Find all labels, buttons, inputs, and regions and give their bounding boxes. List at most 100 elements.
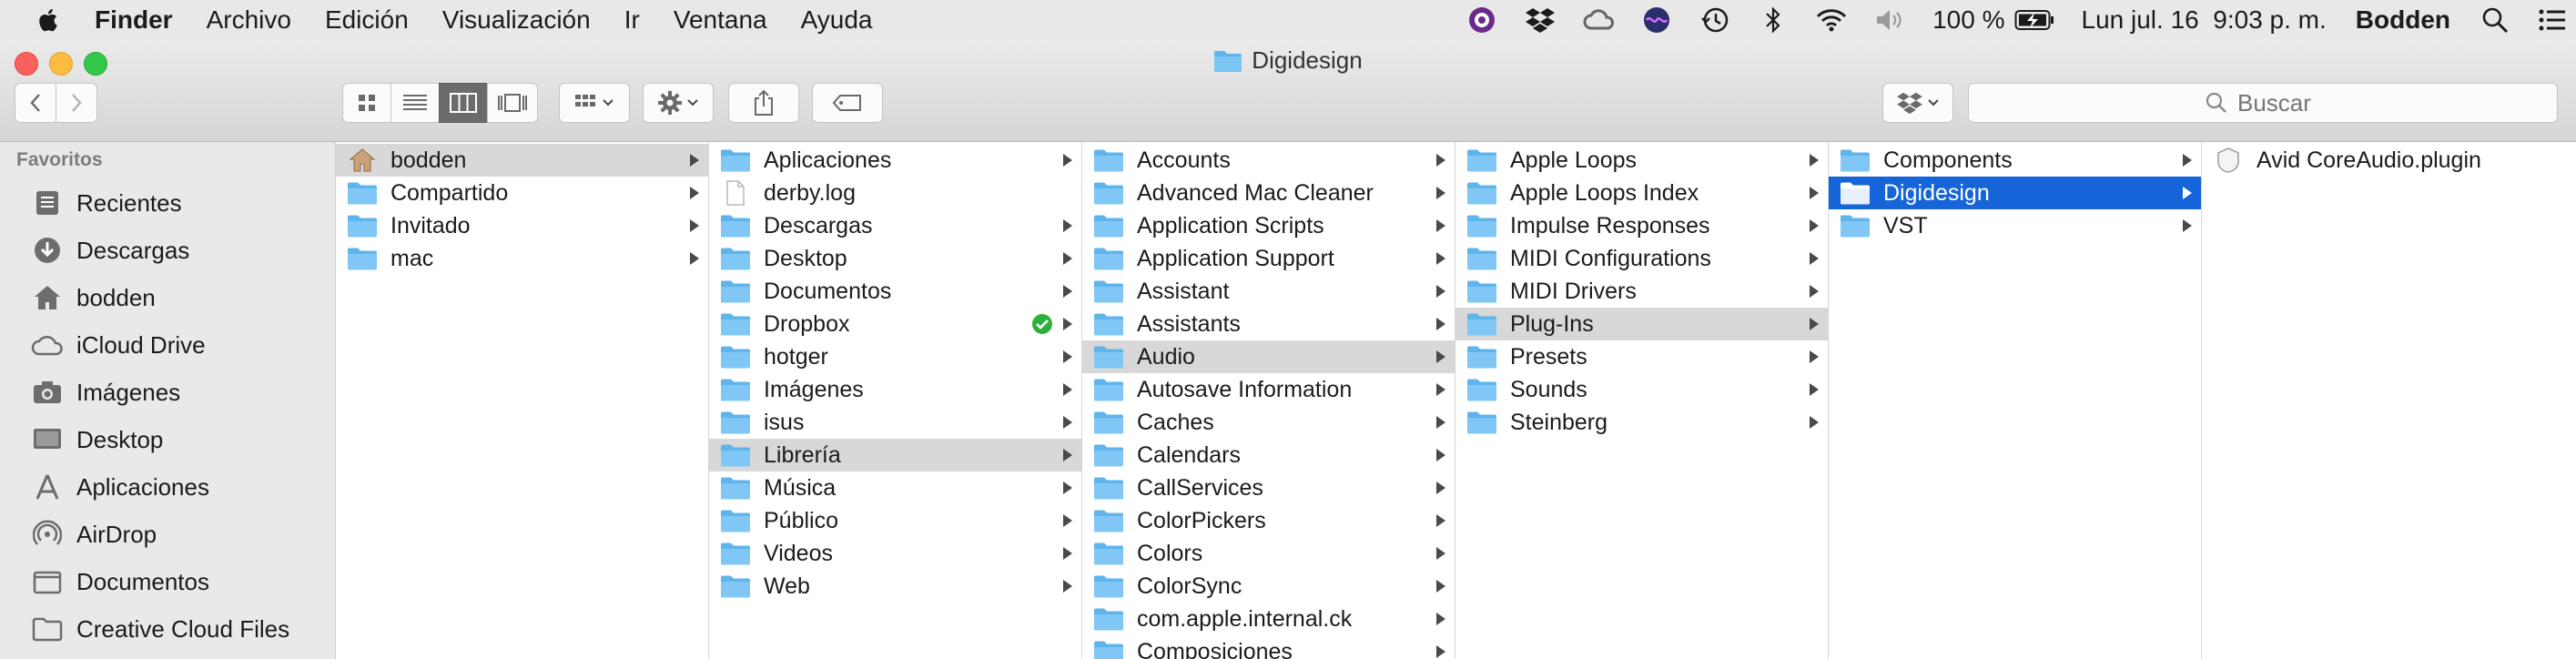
menu-ayuda[interactable]: Ayuda <box>801 5 873 35</box>
list-item[interactable]: Caches <box>1082 406 1455 439</box>
notification-center-icon[interactable] <box>2536 5 2567 35</box>
list-item[interactable]: Digidesign <box>1829 177 2201 209</box>
list-item[interactable]: Application Support <box>1082 242 1455 275</box>
search-input[interactable] <box>2236 87 2321 118</box>
back-button[interactable] <box>15 83 56 123</box>
list-item[interactable]: Avid CoreAudio.plugin <box>2202 144 2576 177</box>
list-item[interactable]: Steinberg <box>1455 406 1828 439</box>
list-item[interactable]: Documentos <box>709 275 1081 308</box>
forward-button[interactable] <box>56 83 97 123</box>
menu-app-name[interactable]: Finder <box>95 5 173 35</box>
list-item[interactable]: Components <box>1829 144 2201 177</box>
list-item[interactable]: CallServices <box>1082 471 1455 504</box>
date-time[interactable]: Lun jul. 16 9:03 p. m. <box>2082 5 2327 35</box>
bluetooth-icon[interactable] <box>1758 5 1789 35</box>
battery-charging-icon[interactable] <box>2014 5 2054 35</box>
view-list-button[interactable] <box>390 83 440 123</box>
list-item[interactable]: Apple Loops Index <box>1455 177 1828 209</box>
arrange-button[interactable] <box>559 83 630 123</box>
browser-column-5[interactable]: Components Digidesign VST <box>1829 142 2202 659</box>
list-item[interactable]: MIDI Configurations <box>1455 242 1828 275</box>
siri-icon[interactable] <box>1641 5 1672 35</box>
browser-column-3[interactable]: Accounts Advanced Mac Cleaner Application … <box>1082 142 1455 659</box>
action-button[interactable] <box>643 83 714 123</box>
browser-column-4[interactable]: Apple Loops Apple Loops Index Impulse Resp… <box>1455 142 1829 659</box>
browser-column-6[interactable]: Avid CoreAudio.plugin <box>2202 142 2576 659</box>
time-machine-icon[interactable] <box>1699 5 1730 35</box>
list-item[interactable]: Autosave Information <box>1082 373 1455 406</box>
list-item[interactable]: ColorSync <box>1082 570 1455 603</box>
list-item[interactable]: Impulse Responses <box>1455 209 1828 242</box>
list-item[interactable]: Desktop <box>709 242 1081 275</box>
search-field[interactable] <box>1968 83 2558 123</box>
list-item[interactable]: Descargas <box>709 209 1081 242</box>
list-item[interactable]: Web <box>709 570 1081 603</box>
menu-archivo[interactable]: Archivo <box>207 5 291 35</box>
list-item[interactable]: Colors <box>1082 537 1455 570</box>
sidebar-item-bodden[interactable]: bodden <box>29 277 156 319</box>
view-icons-button[interactable] <box>342 83 391 123</box>
wifi-icon[interactable] <box>1816 5 1847 35</box>
list-item[interactable]: Librería <box>709 439 1081 471</box>
menu-edicion[interactable]: Edición <box>325 5 409 35</box>
sidebar-item-aplicaciones[interactable]: Aplicaciones <box>29 466 209 508</box>
list-item[interactable]: Accounts <box>1082 144 1455 177</box>
sidebar-item-documentos[interactable]: Documentos <box>29 561 209 603</box>
sidebar-item-airdrop[interactable]: AirDrop <box>29 513 157 555</box>
list-item[interactable]: Composiciones <box>1082 635 1455 659</box>
menu-visualizacion[interactable]: Visualización <box>442 5 591 35</box>
list-item[interactable]: Invitado <box>336 209 708 242</box>
list-item[interactable]: Público <box>709 504 1081 537</box>
list-item[interactable]: hotger <box>709 340 1081 373</box>
list-item[interactable]: mac <box>336 242 708 275</box>
menu-ir[interactable]: Ir <box>624 5 640 35</box>
creative-cloud-icon[interactable] <box>1583 5 1615 35</box>
user-name[interactable]: Bodden <box>2356 5 2450 35</box>
list-item[interactable]: Plug-Ins <box>1455 308 1828 340</box>
downloads-icon <box>29 235 66 266</box>
sidebar-item-im-genes[interactable]: Imágenes <box>29 371 180 413</box>
apple-menu-icon[interactable] <box>36 6 58 34</box>
list-item[interactable]: MIDI Drivers <box>1455 275 1828 308</box>
sidebar-item-desktop[interactable]: Desktop <box>29 419 163 461</box>
share-button[interactable] <box>728 83 799 123</box>
list-item[interactable]: Presets <box>1455 340 1828 373</box>
tags-button[interactable] <box>812 83 883 123</box>
list-item[interactable]: Apple Loops <box>1455 144 1828 177</box>
list-item[interactable]: ColorPickers <box>1082 504 1455 537</box>
eye-app-icon[interactable] <box>1466 5 1497 35</box>
disclosure-arrow-icon <box>1435 570 1446 603</box>
dropbox-icon[interactable] <box>1525 5 1556 35</box>
list-item[interactable]: Advanced Mac Cleaner <box>1082 177 1455 209</box>
list-item[interactable]: Imágenes <box>709 373 1081 406</box>
sidebar-item-label: AirDrop <box>76 520 157 548</box>
list-item[interactable]: derby.log <box>709 177 1081 209</box>
list-item[interactable]: Música <box>709 471 1081 504</box>
list-item[interactable]: Assistants <box>1082 308 1455 340</box>
sidebar-item-recientes[interactable]: Recientes <box>29 182 182 224</box>
list-item[interactable]: Assistant <box>1082 275 1455 308</box>
dropbox-toolbar-button[interactable] <box>1882 83 1953 123</box>
volume-icon[interactable] <box>1874 5 1905 35</box>
view-gallery-button[interactable] <box>487 83 538 123</box>
list-item[interactable]: isus <box>709 406 1081 439</box>
sidebar-item-descargas[interactable]: Descargas <box>29 229 189 271</box>
list-item[interactable]: Calendars <box>1082 439 1455 471</box>
list-item[interactable]: Sounds <box>1455 373 1828 406</box>
list-item[interactable]: Aplicaciones <box>709 144 1081 177</box>
list-item[interactable]: bodden <box>336 144 708 177</box>
view-columns-button[interactable] <box>439 83 488 123</box>
menu-ventana[interactable]: Ventana <box>674 5 767 35</box>
list-item[interactable]: VST <box>1829 209 2201 242</box>
list-item[interactable]: Audio <box>1082 340 1455 373</box>
list-item[interactable]: Dropbox <box>709 308 1081 340</box>
spotlight-search-icon[interactable] <box>2480 5 2510 35</box>
list-item[interactable]: com.apple.internal.ck <box>1082 603 1455 635</box>
list-item[interactable]: Compartido <box>336 177 708 209</box>
list-item[interactable]: Application Scripts <box>1082 209 1455 242</box>
browser-column-2[interactable]: Aplicaciones derby.log Descargas Desktop Doc… <box>709 142 1082 659</box>
sidebar-item-creative-cloud-files[interactable]: Creative Cloud Files <box>29 608 289 650</box>
list-item[interactable]: Videos <box>709 537 1081 570</box>
browser-column-1[interactable]: bodden Compartido Invitado mac <box>336 142 709 659</box>
sidebar-item-icloud-drive[interactable]: iCloud Drive <box>29 324 206 366</box>
